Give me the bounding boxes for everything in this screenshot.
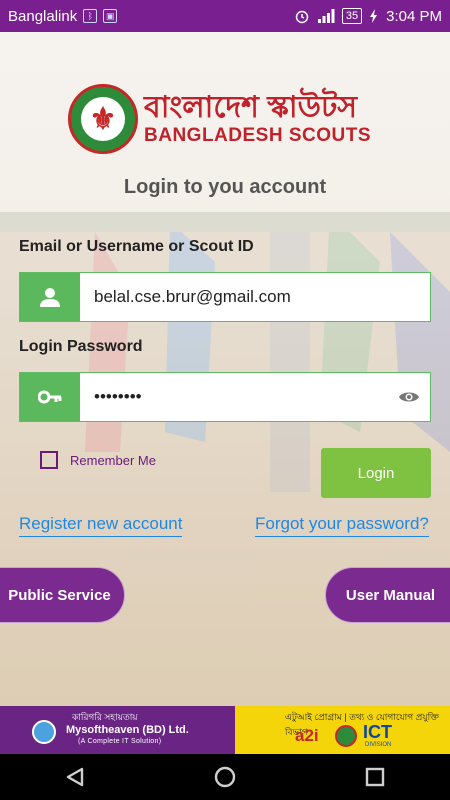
forgot-password-link[interactable]: Forgot your password? xyxy=(255,514,429,537)
status-bar: Banglalink ᛒ ▣ 35 3:04 PM xyxy=(0,0,450,32)
login-screen: ⚜ বাংলাদেশ স্কাউটস BANGLADESH SCOUTS Log… xyxy=(0,32,450,706)
gov-partners: এটুআই প্রোগ্রাম | তথ্য ও যোগাযোগ প্রযুক্… xyxy=(235,706,450,754)
status-right: 35 3:04 PM xyxy=(294,8,442,25)
signal-icon xyxy=(317,9,335,23)
username-input[interactable]: belal.cse.brur@gmail.com xyxy=(94,287,430,307)
password-input[interactable]: •••••••• xyxy=(94,387,398,407)
ict-logo: ICT xyxy=(363,722,392,742)
battery-indicator: 35 xyxy=(341,8,363,24)
ict-division-label: DIVISION xyxy=(365,742,392,748)
gov-seal-icon xyxy=(335,725,357,747)
alarm-icon xyxy=(295,10,309,24)
sponsor-name: Mysoftheaven (BD) Ltd. xyxy=(66,724,189,736)
login-button[interactable]: Login xyxy=(321,448,431,498)
sponsor-tagline: (A Complete IT Solution) xyxy=(78,738,162,745)
brand-logo: ⚜ বাংলাদেশ স্কাউটস BANGLADESH SCOUTS xyxy=(68,84,371,154)
key-icon xyxy=(20,373,80,421)
user-manual-button[interactable]: User Manual xyxy=(325,567,450,623)
sponsor-banner: কারিগরি সহায়তায় Mysoftheaven (BD) Ltd.… xyxy=(0,706,450,754)
carrier-name: Banglalink xyxy=(8,7,78,25)
a2i-logo: a2i xyxy=(295,726,319,745)
navigation-bar xyxy=(0,754,450,800)
username-field[interactable]: belal.cse.brur@gmail.com xyxy=(19,272,431,322)
clock: 3:04 PM xyxy=(386,7,442,25)
globe-icon xyxy=(32,720,56,744)
back-icon[interactable] xyxy=(63,765,87,789)
bluetooth-icon: ᛒ xyxy=(83,9,98,23)
user-icon xyxy=(20,273,80,321)
scouts-emblem-icon: ⚜ xyxy=(68,84,138,154)
home-icon[interactable] xyxy=(213,765,237,789)
sponsor-left: কারিগরি সহায়তায় Mysoftheaven (BD) Ltd.… xyxy=(0,706,235,754)
password-field[interactable]: •••••••• xyxy=(19,372,431,422)
charging-icon xyxy=(370,9,378,23)
public-service-button[interactable]: Public Service xyxy=(0,567,125,623)
register-link[interactable]: Register new account xyxy=(19,514,183,537)
password-label: Login Password xyxy=(19,338,143,355)
recents-icon[interactable] xyxy=(363,765,387,789)
image-notification-icon: ▣ xyxy=(103,9,118,23)
eye-icon[interactable] xyxy=(398,389,420,405)
banner-chevron xyxy=(210,706,234,754)
remember-me-checkbox[interactable] xyxy=(40,451,58,469)
brand-name-en: BANGLADESH SCOUTS xyxy=(144,125,372,146)
sponsor-caption-bn: কারিগরি সহায়তায় xyxy=(72,712,138,722)
brand-name-bn: বাংলাদেশ স্কাউটস xyxy=(144,91,358,124)
page-title: Login to you account xyxy=(123,176,327,198)
remember-me[interactable]: Remember Me xyxy=(40,451,156,469)
remember-me-label: Remember Me xyxy=(70,452,156,468)
username-label: Email or Username or Scout ID xyxy=(19,238,254,255)
